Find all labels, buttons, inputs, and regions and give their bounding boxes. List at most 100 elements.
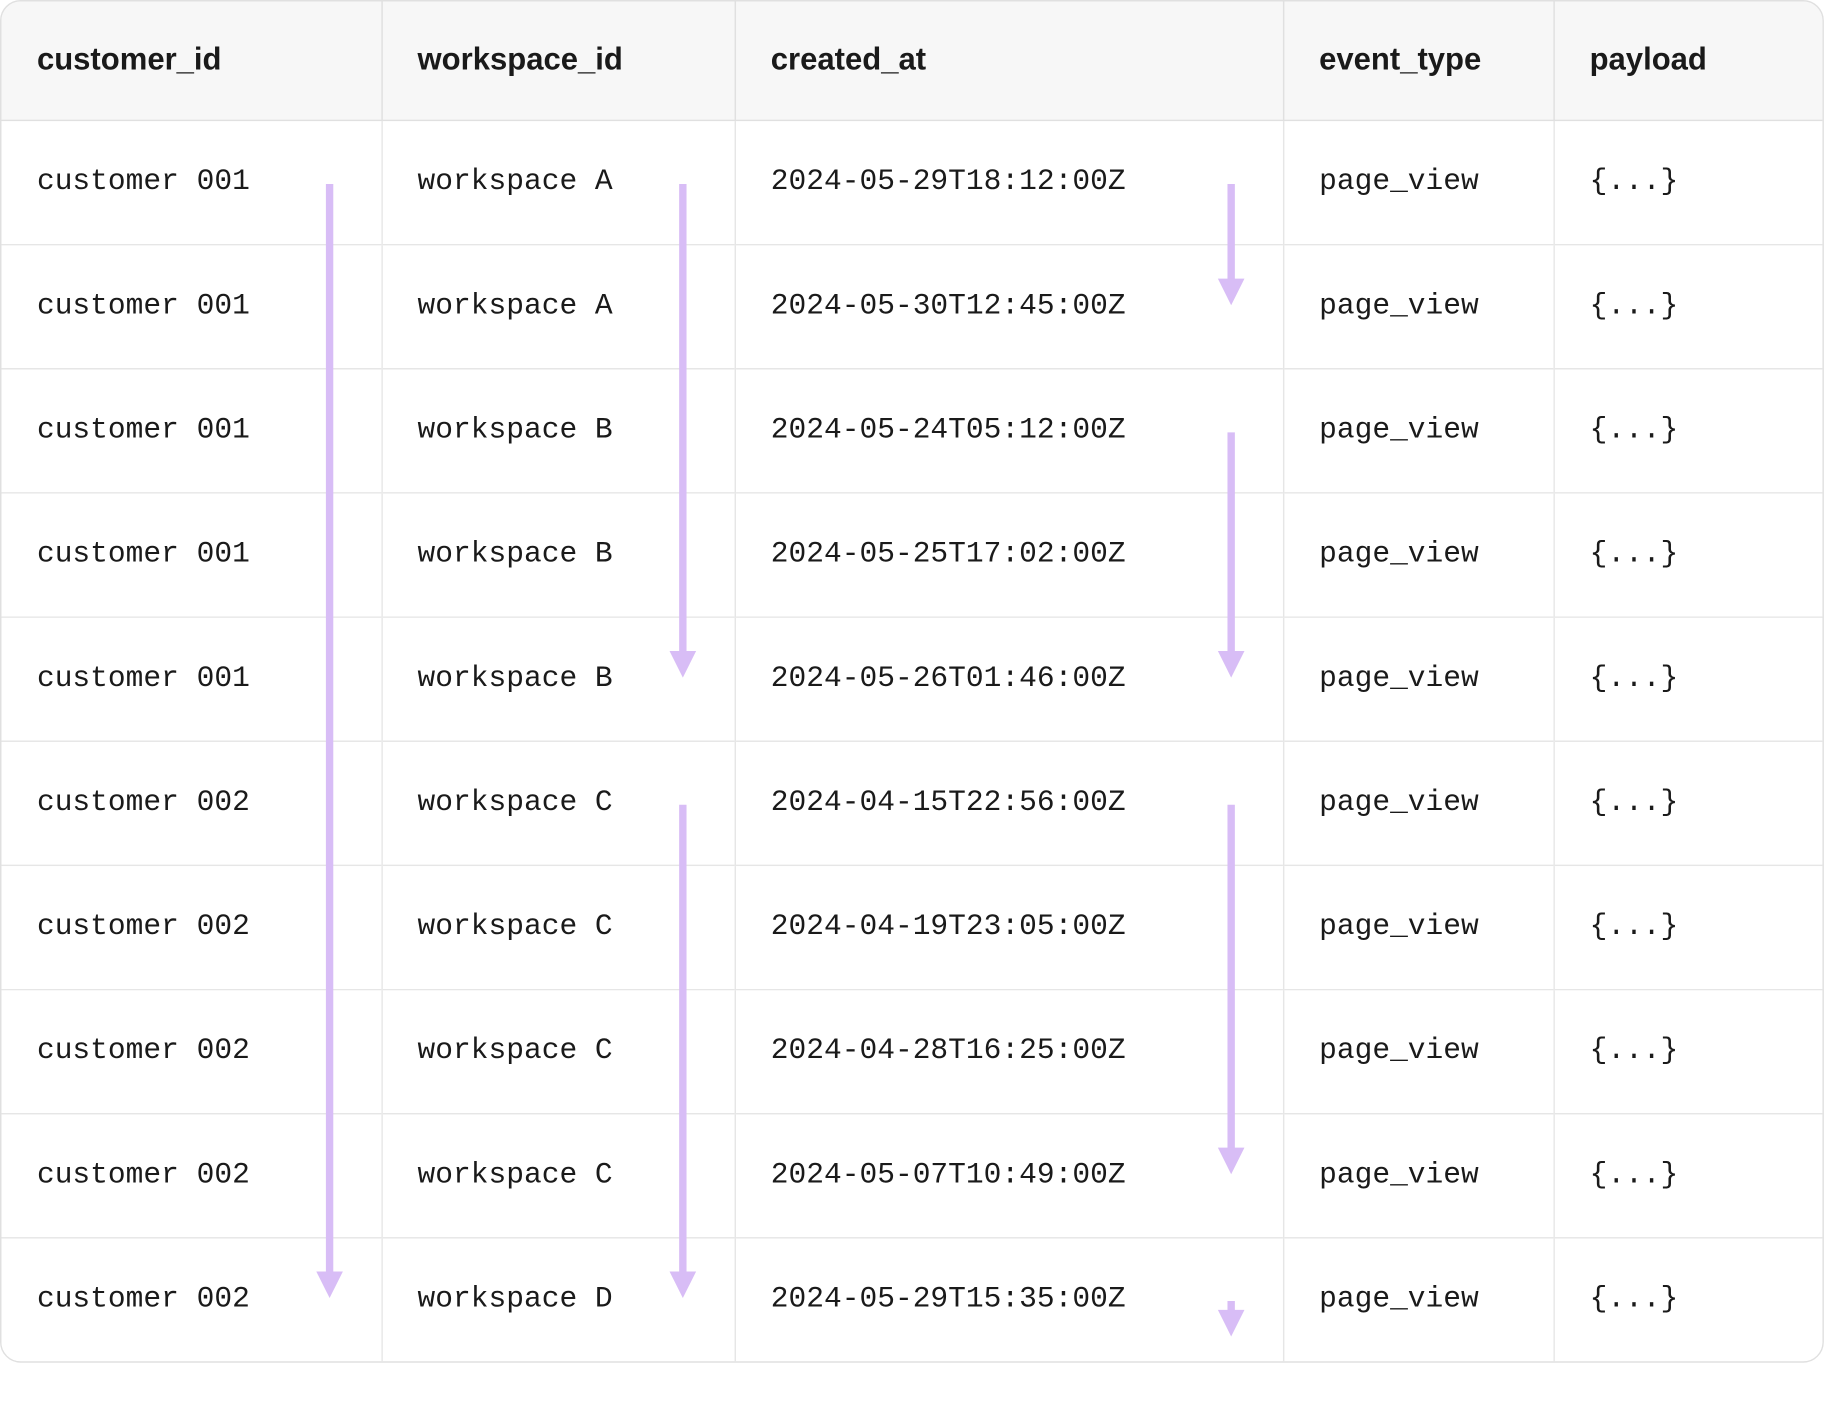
cell-value: 2024-05-07T10:49:00Z [771,1159,1126,1193]
cell-payload: {...} [1553,493,1823,617]
cell-event-type: page_view [1283,741,1553,865]
cell-value: customer 001 [37,290,250,324]
cell-workspace-id: workspace B [381,493,734,617]
cell-event-type: page_view [1283,245,1553,369]
cell-value: {...} [1590,1159,1679,1193]
cell-value: customer 002 [37,786,250,820]
cell-value: workspace B [418,414,613,448]
cell-value: {...} [1590,1283,1679,1317]
cell-value: page_view [1319,290,1479,324]
cell-workspace-id: workspace B [381,617,734,741]
cell-workspace-id: workspace D [381,1238,734,1361]
data-table-container: customer_id workspace_id created_at even… [0,0,1824,1363]
cell-value: page_view [1319,538,1479,572]
cell-value: page_view [1319,1159,1479,1193]
col-header-customer-id: customer_id [1,1,381,120]
cell-value: workspace C [418,1035,613,1069]
cell-customer-id: customer 001 [1,245,381,369]
cell-value: 2024-05-24T05:12:00Z [771,414,1126,448]
cell-created-at: 2024-05-25T17:02:00Z [735,493,1283,617]
cell-value: page_view [1319,662,1479,696]
cell-payload: {...} [1553,741,1823,865]
cell-value: customer 002 [37,1283,250,1317]
cell-created-at: 2024-05-07T10:49:00Z [735,1114,1283,1238]
cell-value: page_view [1319,910,1479,944]
cell-event-type: page_view [1283,990,1553,1114]
cell-workspace-id: workspace C [381,990,734,1114]
table-row: customer 002 workspace C 2024-04-28T16:25:… [1,990,1823,1114]
cell-created-at: 2024-05-24T05:12:00Z [735,369,1283,493]
cell-customer-id: customer 001 [1,493,381,617]
cell-value: customer 002 [37,1035,250,1069]
cell-value: 2024-04-19T23:05:00Z [771,910,1126,944]
cell-value: {...} [1590,1035,1679,1069]
cell-value: {...} [1590,786,1679,820]
cell-workspace-id: workspace C [381,865,734,989]
cell-payload: {...} [1553,617,1823,741]
table-row: customer 001 workspace B 2024-05-25T17:02:… [1,493,1823,617]
cell-workspace-id: workspace A [381,245,734,369]
cell-created-at: 2024-04-28T16:25:00Z [735,990,1283,1114]
cell-value: workspace D [418,1283,613,1317]
cell-value: page_view [1319,414,1479,448]
cell-created-at: 2024-05-26T01:46:00Z [735,617,1283,741]
cell-value: {...} [1590,166,1679,200]
cell-event-type: page_view [1283,865,1553,989]
cell-value: workspace B [418,662,613,696]
col-header-payload: payload [1553,1,1823,120]
table-row: customer 002 workspace C 2024-04-19T23:05:… [1,865,1823,989]
cell-value: workspace B [418,538,613,572]
table-row: customer 001 workspace A 2024-05-30T12:45:… [1,245,1823,369]
cell-value: customer 001 [37,662,250,696]
table-header-row: customer_id workspace_id created_at even… [1,1,1823,120]
cell-value: page_view [1319,786,1479,820]
cell-payload: {...} [1553,369,1823,493]
cell-event-type: page_view [1283,617,1553,741]
cell-workspace-id: workspace C [381,741,734,865]
cell-workspace-id: workspace A [381,120,734,244]
cell-event-type: page_view [1283,1238,1553,1361]
cell-customer-id: customer 001 [1,617,381,741]
cell-workspace-id: workspace B [381,369,734,493]
cell-customer-id: customer 001 [1,120,381,244]
cell-created-at: 2024-04-19T23:05:00Z [735,865,1283,989]
cell-value: {...} [1590,538,1679,572]
cell-payload: {...} [1553,1238,1823,1361]
table-row: customer 001 workspace A 2024-05-29T18:12:… [1,120,1823,244]
cell-value: customer 002 [37,910,250,944]
table-row: customer 002 workspace C 2024-04-15T22:56:… [1,741,1823,865]
cell-customer-id: customer 002 [1,990,381,1114]
cell-value: customer 001 [37,414,250,448]
cell-customer-id: customer 001 [1,369,381,493]
cell-created-at: 2024-05-30T12:45:00Z [735,245,1283,369]
cell-value: 2024-04-28T16:25:00Z [771,1035,1126,1069]
cell-value: workspace C [418,910,613,944]
cell-event-type: page_view [1283,120,1553,244]
cell-event-type: page_view [1283,369,1553,493]
cell-value: workspace A [418,166,613,200]
col-header-workspace-id: workspace_id [381,1,734,120]
cell-payload: {...} [1553,120,1823,244]
cell-created-at: 2024-05-29T15:35:00Z [735,1238,1283,1361]
cell-value: {...} [1590,290,1679,324]
table-row: customer 001 workspace B 2024-05-26T01:46:… [1,617,1823,741]
cell-value: 2024-05-26T01:46:00Z [771,662,1126,696]
cell-payload: {...} [1553,865,1823,989]
cell-value: page_view [1319,1035,1479,1069]
cell-value: workspace C [418,786,613,820]
table-row: customer 002 workspace D 2024-05-29T15:35:… [1,1238,1823,1361]
cell-value: workspace A [418,290,613,324]
cell-created-at: 2024-05-29T18:12:00Z [735,120,1283,244]
table-row: customer 002workspace C2024-05-07T10:49:… [1,1114,1823,1238]
cell-workspace-id: workspace C [381,1114,734,1238]
table-row: customer 001 workspace B 2024-05-24T05:12:… [1,369,1823,493]
cell-value: page_view [1319,166,1479,200]
cell-created-at: 2024-04-15T22:56:00Z [735,741,1283,865]
cell-value: 2024-05-29T18:12:00Z [771,166,1126,200]
cell-value: {...} [1590,662,1679,696]
cell-value: 2024-05-30T12:45:00Z [771,290,1126,324]
events-table: customer_id workspace_id created_at even… [1,1,1823,1361]
cell-customer-id: customer 002 [1,741,381,865]
cell-event-type: page_view [1283,1114,1553,1238]
cell-event-type: page_view [1283,493,1553,617]
